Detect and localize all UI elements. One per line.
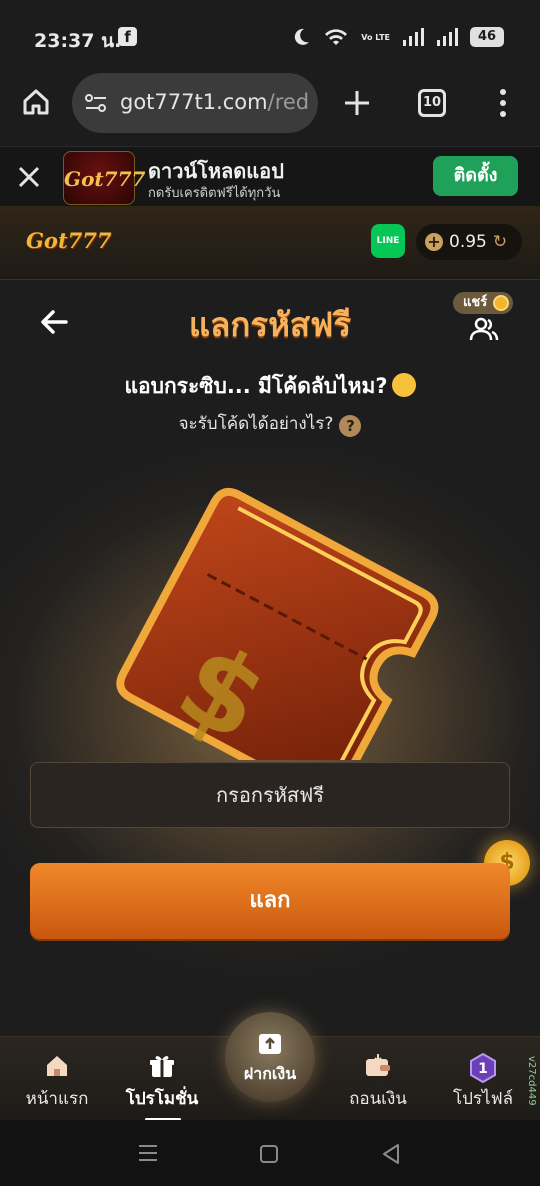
deposit-icon bbox=[259, 1034, 281, 1054]
install-subtitle: กดรับเครดิตฟรีได้ทุกวัน bbox=[148, 186, 281, 201]
level-number: 1 bbox=[478, 1061, 488, 1077]
install-button[interactable]: ติดตั้ง bbox=[433, 156, 518, 196]
nav-profile[interactable]: 1 โปรไฟล์ bbox=[428, 1037, 538, 1121]
signal-icon-2 bbox=[437, 28, 458, 46]
site-logo[interactable]: Got777 bbox=[26, 228, 111, 253]
system-back-icon[interactable] bbox=[381, 1143, 401, 1165]
system-home-icon[interactable] bbox=[259, 1144, 279, 1164]
code-input[interactable] bbox=[30, 762, 510, 828]
more-menu-icon[interactable] bbox=[498, 88, 508, 118]
redeem-code-page: แลกรหัสฟรี แชร์ แอบกระซิบ... มีโค้ดลับไห… bbox=[0, 280, 540, 1036]
nav-label: โปรโมชั่น bbox=[125, 1089, 199, 1109]
nav-label: โปรไฟล์ bbox=[452, 1089, 514, 1109]
wallet-icon bbox=[366, 1054, 390, 1076]
new-tab-icon[interactable] bbox=[343, 89, 371, 117]
volte-indicator: Vo LTE bbox=[361, 32, 390, 42]
share-label: แชร์ bbox=[463, 295, 488, 310]
status-bar: 23:37 น. f Vo LTE 46 bbox=[0, 0, 540, 72]
tab-switcher-button[interactable]: 10 bbox=[418, 89, 446, 117]
nav-label: หน้าแรก bbox=[25, 1089, 89, 1109]
install-app-banner: Got777 ดาวน์โหลดแอป กดรับเครดิตฟรีได้ทุก… bbox=[0, 146, 540, 206]
recents-icon[interactable] bbox=[137, 1142, 159, 1164]
nav-label: ถอนเงิน bbox=[349, 1089, 407, 1109]
coin-icon bbox=[493, 295, 509, 311]
facebook-icon: f bbox=[118, 27, 137, 46]
status-time: 23:37 น. bbox=[34, 30, 122, 52]
app-icon: Got777 bbox=[63, 151, 145, 205]
browser-toolbar: got777t1.com/red 10 bbox=[0, 72, 540, 146]
nav-label: ฝากเงิน bbox=[243, 1064, 297, 1083]
site-header: Got777 LINE + 0.95 ↻ bbox=[0, 206, 540, 280]
address-bar[interactable]: got777t1.com/red bbox=[72, 73, 318, 133]
signal-icon bbox=[403, 28, 424, 46]
system-nav-bar bbox=[0, 1120, 540, 1186]
balance-pill: + 0.95 ↻ bbox=[416, 224, 522, 260]
home-icon bbox=[47, 1056, 67, 1076]
site-settings-icon[interactable] bbox=[84, 93, 108, 113]
nav-withdraw[interactable]: ถอนเงิน bbox=[323, 1037, 433, 1121]
shush-emoji-icon bbox=[391, 373, 416, 397]
how-to-get-code[interactable]: จะรับโค้ดได้อย่างไร?? bbox=[0, 410, 540, 437]
close-icon[interactable] bbox=[18, 166, 40, 188]
wifi-icon bbox=[325, 29, 348, 45]
level-badge-icon: 1 bbox=[470, 1053, 496, 1083]
line-icon[interactable]: LINE bbox=[371, 224, 405, 258]
moon-icon bbox=[295, 28, 310, 45]
share-users-icon[interactable] bbox=[469, 316, 499, 342]
balance-value: 0.95 bbox=[449, 232, 487, 252]
build-tag: v27cd449 bbox=[526, 1056, 537, 1106]
add-funds-icon[interactable]: + bbox=[425, 233, 443, 251]
battery-indicator: 46 bbox=[470, 27, 504, 47]
ticket-illustration: $ bbox=[116, 487, 439, 760]
share-badge[interactable]: แชร์ bbox=[453, 292, 513, 314]
url-text: got777t1.com/red bbox=[120, 90, 310, 114]
refresh-icon[interactable]: ↻ bbox=[493, 232, 507, 252]
home-icon[interactable] bbox=[22, 88, 50, 116]
nav-home[interactable]: หน้าแรก bbox=[2, 1037, 112, 1121]
help-icon[interactable]: ? bbox=[339, 415, 362, 437]
status-icons: Vo LTE 46 bbox=[291, 24, 504, 50]
redeem-button[interactable]: แลก bbox=[30, 863, 510, 939]
gift-icon bbox=[150, 1056, 174, 1077]
nav-deposit[interactable]: ฝากเงิน bbox=[225, 1012, 315, 1102]
headline: แอบกระซิบ... มีโค้ดลับไหม? bbox=[0, 370, 540, 403]
nav-promotions[interactable]: โปรโมชั่น bbox=[107, 1037, 217, 1121]
